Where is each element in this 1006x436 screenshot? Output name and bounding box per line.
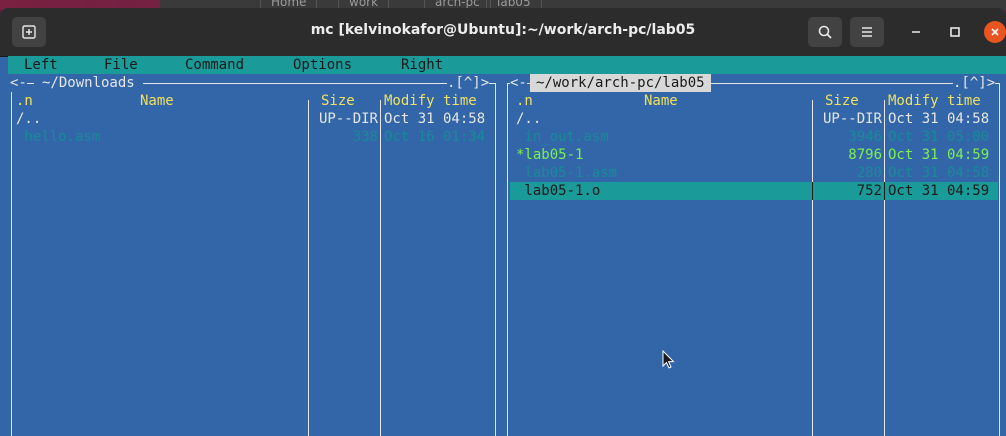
terminal-window: mc [kelvinokafor@Ubuntu]:~/work/arch-pc/… [0,8,1006,436]
file-name: lab05-1.o [516,183,601,199]
column-header-modify-time[interactable]: Modify time [384,92,477,110]
file-time: Oct 31 05:00 [888,129,990,145]
file-size: UP--DIR [822,111,882,127]
right-panel-path[interactable]: ~/work/arch-pc/lab05 [530,74,711,92]
column-divider [884,100,885,436]
menu-left[interactable]: Left [24,56,58,74]
file-size: 8796 [848,147,882,163]
file-size: UP--DIR [318,111,378,127]
menu-file[interactable]: File [104,56,138,74]
column-header-modify-time[interactable]: Modify time [888,92,981,110]
panel-border-left [507,83,508,436]
maximize-button[interactable] [944,21,966,43]
file-size: 338 [352,129,378,145]
panel-border-left [11,83,12,436]
panel-left-corner[interactable]: <- [510,74,527,92]
file-time: Oct 31 04:59 [888,183,990,199]
column-header-name[interactable]: Name [644,92,678,110]
panel-border-right [999,83,1000,436]
mc-terminal[interactable]: Left File Command Options Right <- ~/Dow… [8,56,1006,436]
file-name: lab05-1.asm [516,165,618,181]
column-divider [380,100,381,436]
left-panel[interactable]: <- ~/Downloads .[^]> .n Name Size Modify… [8,74,504,436]
column-divider [812,182,813,200]
column-divider [812,100,813,436]
column-header-size[interactable]: Size [321,92,355,110]
file-size: 280 [856,165,882,181]
mouse-pointer-icon [662,350,675,369]
file-name: hello.asm [16,129,101,145]
mc-menubar: Left File Command Options Right [8,56,1006,74]
column-divider [308,100,309,436]
sort-indicator[interactable]: .n [16,92,33,110]
hamburger-menu-icon [862,27,872,37]
close-icon [991,28,999,36]
column-header-name[interactable]: Name [140,92,174,110]
menu-button[interactable] [850,17,884,47]
minimize-button[interactable] [905,21,927,43]
menu-options[interactable]: Options [293,56,352,74]
file-time: Oct 31 04:59 [888,147,990,163]
close-button[interactable] [984,21,1006,43]
file-size: 752 [856,183,882,199]
file-time: Oct 31 04:58 [888,111,990,127]
file-name: *lab05-1 [516,147,584,163]
window-titlebar: mc [kelvinokafor@Ubuntu]:~/work/arch-pc/… [0,8,1006,57]
maximize-icon [950,27,960,37]
menu-command[interactable]: Command [185,56,244,74]
left-panel-path[interactable]: ~/Downloads [34,74,143,92]
search-button[interactable] [808,17,842,47]
panel-corner-controls[interactable]: .[^]> [447,74,490,92]
file-time: Oct 16 01:34 [384,129,486,145]
file-time: Oct 31 04:58 [384,111,486,127]
minimize-icon [912,31,920,33]
column-divider [884,182,885,200]
menu-right[interactable]: Right [401,56,443,74]
panel-border-right [495,83,496,436]
column-header-size[interactable]: Size [825,92,859,110]
panel-corner-controls[interactable]: .[^]> [953,74,996,92]
sort-indicator[interactable]: .n [516,92,533,110]
file-name: /.. [516,111,542,127]
file-size: 3946 [848,129,882,145]
search-icon [818,25,832,39]
panel-left-corner[interactable]: <- [10,74,27,92]
file-name: /.. [16,111,42,127]
file-time: Oct 31 04:58 [888,165,990,181]
right-panel[interactable]: <- ~/work/arch-pc/lab05 .[^]> .n Name Si… [504,74,1006,436]
file-name: in_out.asm [516,129,609,145]
